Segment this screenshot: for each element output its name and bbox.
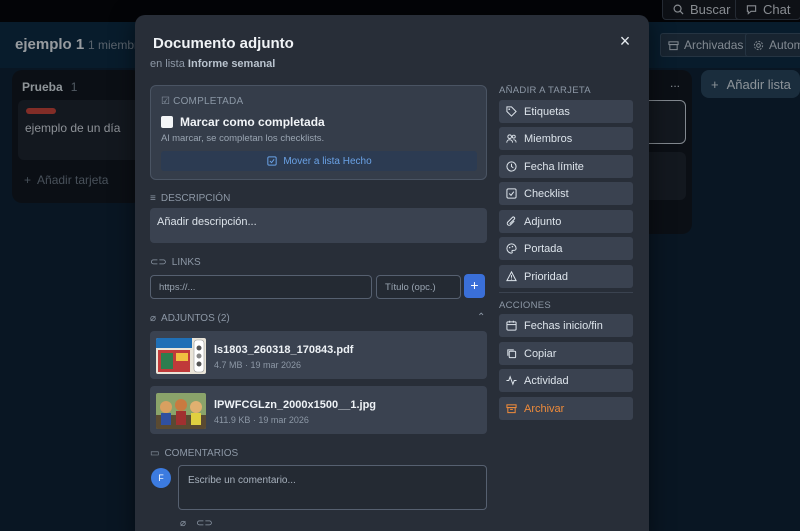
labels-label: Etiquetas: [524, 105, 570, 118]
list-name: Informe semanal: [187, 58, 276, 70]
archive-label: Archivar: [524, 402, 565, 415]
modal-subtitle: en lista Informe semanal: [150, 58, 275, 70]
actions-header: ACCIONES: [499, 300, 552, 311]
comment-input[interactable]: Escribe un comentario...: [178, 465, 487, 510]
comments-header: ▭ COMENTARIOS: [150, 448, 238, 459]
add-link-button[interactable]: +: [464, 274, 485, 298]
attachment-label: Adjunto: [524, 215, 562, 228]
warning-icon: [506, 271, 517, 282]
description-field[interactable]: Añadir descripción...: [150, 208, 487, 243]
comment-toolbar: ⌀ ⊂⊃: [180, 518, 213, 529]
move-to-done-button[interactable]: Mover a lista Hecho: [161, 151, 477, 171]
attachments-header: ⌀ ADJUNTOS (2): [150, 313, 230, 324]
archive-icon: [506, 403, 517, 414]
calendar-icon: [506, 320, 517, 331]
activity-button[interactable]: Actividad: [499, 369, 633, 392]
comments-header-text: COMENTARIOS: [164, 448, 239, 459]
start-end-dates-label: Fechas inicio/fin: [524, 319, 603, 332]
checklist-button[interactable]: Checklist: [499, 182, 633, 205]
attachment-button[interactable]: Adjunto: [499, 210, 633, 233]
users-icon: [506, 133, 517, 144]
copy-label: Copiar: [524, 347, 557, 360]
complete-checkbox[interactable]: [161, 116, 173, 128]
copy-icon: [506, 348, 517, 359]
link-url-input[interactable]: https://...: [150, 275, 372, 299]
description-header: ≡ DESCRIPCIÓN: [150, 193, 230, 204]
due-date-button[interactable]: Fecha límite: [499, 155, 633, 178]
add-to-card-header: AÑADIR A TARJETA: [499, 85, 591, 96]
members-label: Miembros: [524, 132, 573, 145]
in-list-prefix: en lista: [150, 58, 185, 70]
attachment-name: lPWFCGLzn_2000x1500__1.jpg: [214, 399, 377, 411]
labels-button[interactable]: Etiquetas: [499, 100, 633, 123]
check-square-icon: [266, 156, 277, 167]
checklist-label: Checklist: [524, 187, 569, 200]
complete-hint: Al marcar, se completan los checklists.: [161, 133, 325, 144]
due-date-label: Fecha límite: [524, 160, 584, 173]
attachment-meta: 411.9 KB · 19 mar 2026: [214, 415, 309, 425]
activity-label: Actividad: [524, 374, 569, 387]
cover-label: Portada: [524, 242, 563, 255]
archive-button[interactable]: Archivar: [499, 397, 633, 420]
completed-section: ☑ COMPLETADA Marcar como completada Al m…: [150, 85, 487, 180]
completed-header: ☑ COMPLETADA: [161, 96, 243, 107]
attachment-thumbnail: [156, 338, 206, 374]
move-button-label: Mover a lista Hecho: [283, 155, 372, 167]
link-title-input[interactable]: Título (opc.): [376, 275, 461, 299]
activity-icon: [506, 375, 517, 386]
priority-label: Prioridad: [524, 270, 569, 283]
complete-checkbox-row[interactable]: Marcar como completada: [161, 115, 325, 129]
cover-button[interactable]: Portada: [499, 237, 633, 260]
attachment-item[interactable]: lPWFCGLzn_2000x1500__1.jpg 411.9 KB · 19…: [150, 386, 487, 434]
members-button[interactable]: Miembros: [499, 127, 633, 150]
card-modal: Documento adjunto en lista Informe seman…: [135, 15, 649, 531]
clock-icon: [506, 161, 517, 172]
complete-checkbox-label: Marcar como completada: [180, 115, 325, 129]
text-lines-icon: ≡: [150, 193, 156, 204]
chevron-up-icon[interactable]: ⌃: [477, 312, 485, 323]
avatar: F: [151, 468, 171, 488]
palette-icon: [506, 243, 517, 254]
links-header: ⊂⊃ LINKS: [150, 257, 201, 268]
attachments-header-text: ADJUNTOS (2): [161, 313, 230, 324]
tag-icon: [506, 106, 517, 117]
comment-icon: ▭: [150, 448, 160, 459]
link-icon[interactable]: ⊂⊃: [196, 518, 213, 529]
attachment-item[interactable]: ls1803_260318_170843.pdf 4.7 MB · 19 mar…: [150, 331, 487, 379]
description-header-text: DESCRIPCIÓN: [160, 193, 231, 204]
paperclip-icon[interactable]: ⌀: [180, 518, 186, 529]
check-square-icon: ☑: [161, 96, 171, 107]
paperclip-icon: [506, 216, 517, 227]
start-end-dates-button[interactable]: Fechas inicio/fin: [499, 314, 633, 337]
attachment-name: ls1803_260318_170843.pdf: [214, 344, 354, 356]
attachment-meta: 4.7 MB · 19 mar 2026: [214, 360, 302, 370]
completed-header-text: COMPLETADA: [173, 96, 244, 107]
sidebar-divider: [499, 292, 633, 293]
priority-button[interactable]: Prioridad: [499, 265, 633, 288]
copy-button[interactable]: Copiar: [499, 342, 633, 365]
checkbox-icon: [506, 188, 517, 199]
attachment-thumbnail: [156, 393, 206, 429]
link-icon: ⊂⊃: [150, 257, 167, 268]
modal-title[interactable]: Documento adjunto: [153, 35, 294, 52]
close-icon[interactable]: ×: [615, 31, 635, 51]
paperclip-icon: ⌀: [150, 313, 157, 324]
links-header-text: LINKS: [171, 257, 201, 268]
